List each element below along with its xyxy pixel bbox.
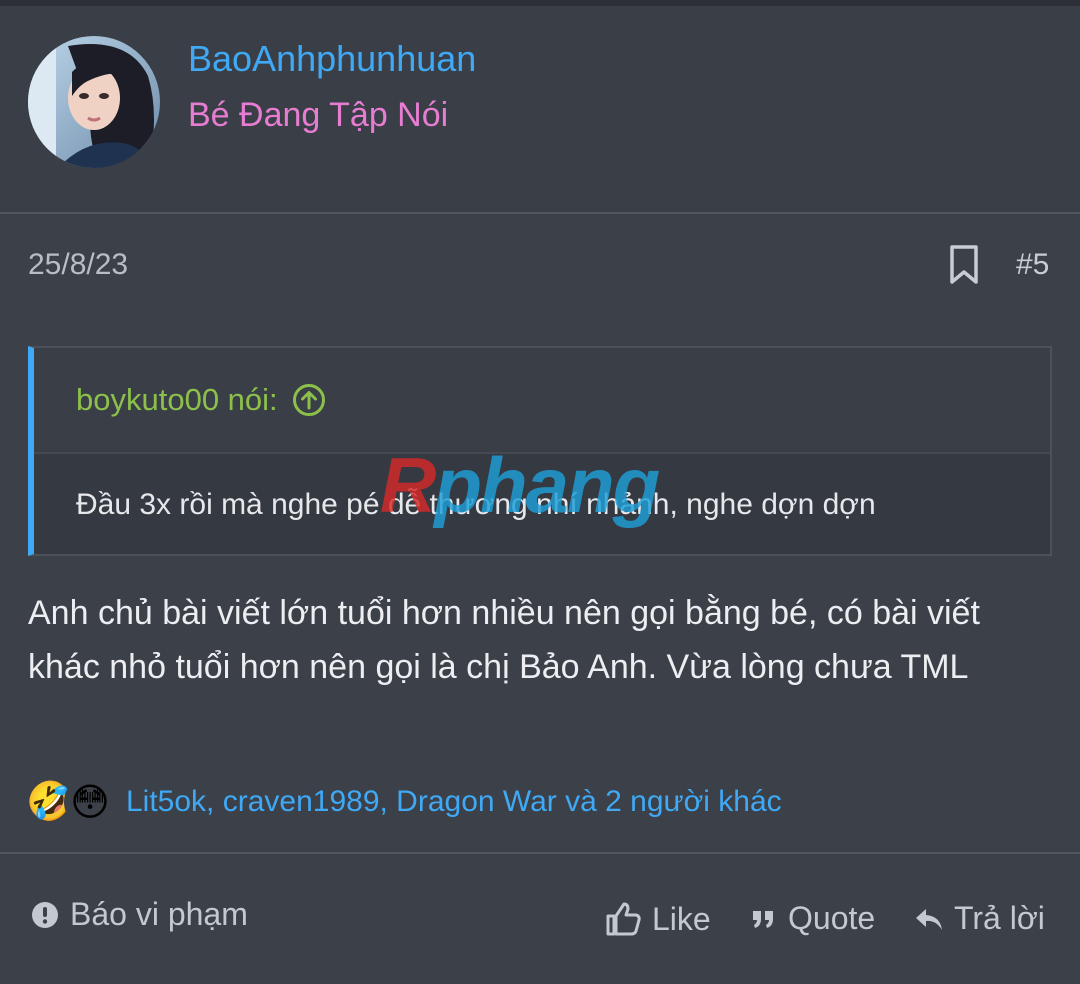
- author-username[interactable]: BaoAnhphunhuan: [188, 38, 476, 80]
- post-author-header: [0, 6, 1080, 214]
- avatar[interactable]: [28, 36, 160, 168]
- flushed-emoji-icon[interactable]: 😳: [64, 776, 116, 828]
- footer-divider: [0, 852, 1080, 854]
- report-label[interactable]: Báo vi phạm: [70, 896, 248, 933]
- quote-author-label[interactable]: boykuto00 nói:: [76, 382, 278, 418]
- like-button[interactable]: Like: [604, 900, 711, 938]
- quote-label[interactable]: Quote: [788, 900, 875, 937]
- author-title: Bé Đang Tập Nói: [188, 96, 449, 134]
- reply-label[interactable]: Trả lời: [954, 900, 1045, 937]
- quote-block: boykuto00 nói: Đầu 3x rồi mà nghe pé dễ …: [28, 346, 1052, 556]
- like-label[interactable]: Like: [652, 901, 711, 938]
- quote-button[interactable]: Quote: [750, 900, 875, 937]
- post-body: Anh chủ bài viết lớn tuổi hơn nhiều nên …: [28, 594, 980, 686]
- reactions-bar[interactable]: 🤣 😳 Lit5ok, craven1989, Dragon War và 2 …: [24, 774, 782, 830]
- quote-attribution[interactable]: boykuto00 nói:: [76, 382, 326, 418]
- reaction-users-link[interactable]: Lit5ok, craven1989, Dragon War và 2 ngườ…: [126, 785, 782, 819]
- post-date[interactable]: 25/8/23: [28, 248, 128, 282]
- reply-button[interactable]: Trả lời: [914, 900, 1045, 937]
- alert-icon: [30, 900, 60, 930]
- quote-text: Đầu 3x rồi mà nghe pé dễ thương nhí nhản…: [76, 488, 876, 521]
- bookmark-icon[interactable]: [946, 244, 982, 286]
- report-button[interactable]: Báo vi phạm: [30, 896, 248, 933]
- arrow-up-circle-icon[interactable]: [292, 383, 326, 417]
- thumbs-up-icon: [604, 900, 642, 938]
- quote-marks-icon: [750, 905, 778, 933]
- post-number[interactable]: #5: [1016, 248, 1049, 282]
- reply-arrow-icon: [914, 904, 944, 934]
- header-divider: [0, 212, 1080, 214]
